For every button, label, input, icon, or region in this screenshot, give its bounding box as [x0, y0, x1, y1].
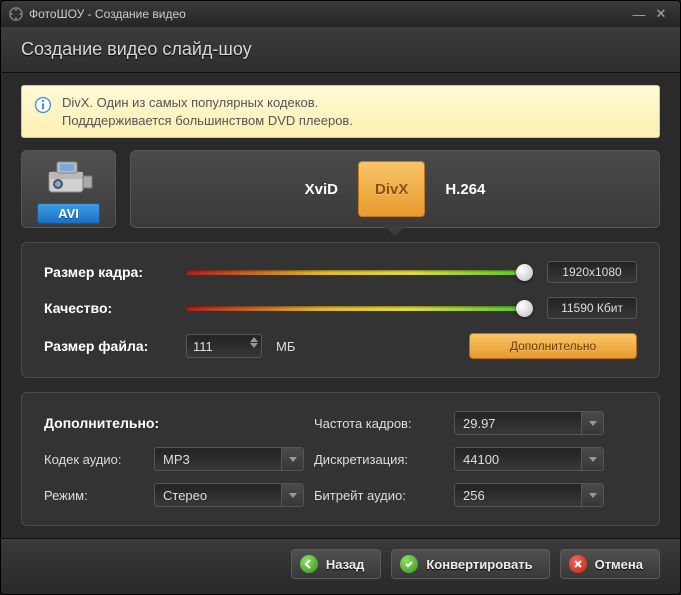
minimize-button[interactable]: — — [628, 5, 650, 23]
page-header: Создание видео слайд-шоу — [1, 27, 680, 73]
advanced-panel: Дополнительно: Частота кадров: 29.97 Код… — [21, 392, 660, 526]
audio-bitrate-label: Битрейт аудио: — [314, 488, 454, 503]
file-size-label: Размер файла: — [44, 338, 172, 354]
audio-codec-select[interactable]: MP3 — [154, 447, 304, 471]
codec-xvid[interactable]: XviD — [289, 161, 354, 217]
advanced-button[interactable]: Дополнительно — [469, 333, 637, 359]
quality-label: Качество: — [44, 300, 172, 316]
file-size-unit: МБ — [276, 339, 295, 354]
chevron-down-icon — [281, 484, 303, 506]
sample-rate-label: Дискретизация: — [314, 452, 454, 467]
chevron-down-icon — [581, 484, 603, 506]
slider-thumb[interactable] — [516, 264, 533, 281]
audio-codec-label: Кодек аудио: — [44, 452, 154, 467]
codec-selector: XviD DivX H.264 — [130, 150, 660, 228]
close-button[interactable]: ✕ — [650, 5, 672, 23]
codec-h264[interactable]: H.264 — [429, 161, 501, 217]
window-title: ФотоШОУ - Создание видео — [29, 7, 186, 21]
info-line2: Подддерживается большинством DVD плееров… — [62, 112, 353, 130]
chevron-down-icon — [281, 448, 303, 470]
app-icon — [9, 7, 23, 21]
app-window: ФотоШОУ - Создание видео — ✕ Создание ви… — [0, 0, 681, 595]
slider-thumb[interactable] — [516, 300, 533, 317]
quality-value: 11590 Кбит — [547, 297, 637, 319]
frame-size-value: 1920x1080 — [547, 261, 637, 283]
check-icon — [400, 555, 418, 573]
info-line1: DivX. Один из самых популярных кодеков. — [62, 94, 353, 112]
frame-size-slider[interactable] — [186, 270, 533, 275]
spinner-down-icon[interactable] — [250, 343, 258, 348]
cancel-button[interactable]: Отмена — [560, 549, 660, 579]
footer: Назад Конвертировать Отмена — [1, 538, 680, 589]
advanced-title: Дополнительно: — [44, 415, 314, 431]
close-icon — [569, 555, 587, 573]
spinner-up-icon[interactable] — [250, 337, 258, 342]
codec-divx[interactable]: DivX — [358, 161, 425, 217]
file-size-value: 111 — [193, 339, 213, 354]
chevron-down-icon — [581, 448, 603, 470]
mode-select[interactable]: Стерео — [154, 483, 304, 507]
info-banner: DivX. Один из самых популярных кодеков. … — [21, 85, 660, 138]
quality-slider[interactable] — [186, 306, 533, 311]
format-avi-tile[interactable]: AVI — [21, 150, 116, 228]
fps-label: Частота кадров: — [314, 416, 454, 431]
codec-pointer-icon — [385, 227, 405, 236]
arrow-left-icon — [300, 555, 318, 573]
frame-size-label: Размер кадра: — [44, 264, 172, 280]
audio-bitrate-select[interactable]: 256 — [454, 483, 604, 507]
avi-label: AVI — [37, 203, 100, 224]
main-settings-panel: Размер кадра: 1920x1080 Качество: 11590 … — [21, 242, 660, 378]
mode-label: Режим: — [44, 488, 154, 503]
file-size-spinner[interactable]: 111 — [186, 334, 262, 358]
fps-select[interactable]: 29.97 — [454, 411, 604, 435]
chevron-down-icon — [581, 412, 603, 434]
convert-button[interactable]: Конвертировать — [391, 549, 549, 579]
back-button[interactable]: Назад — [291, 549, 382, 579]
sample-rate-select[interactable]: 44100 — [454, 447, 604, 471]
titlebar: ФотоШОУ - Создание видео — ✕ — [1, 1, 680, 27]
page-title: Создание видео слайд-шоу — [21, 39, 252, 59]
camcorder-icon — [43, 158, 95, 196]
info-icon — [34, 96, 52, 114]
